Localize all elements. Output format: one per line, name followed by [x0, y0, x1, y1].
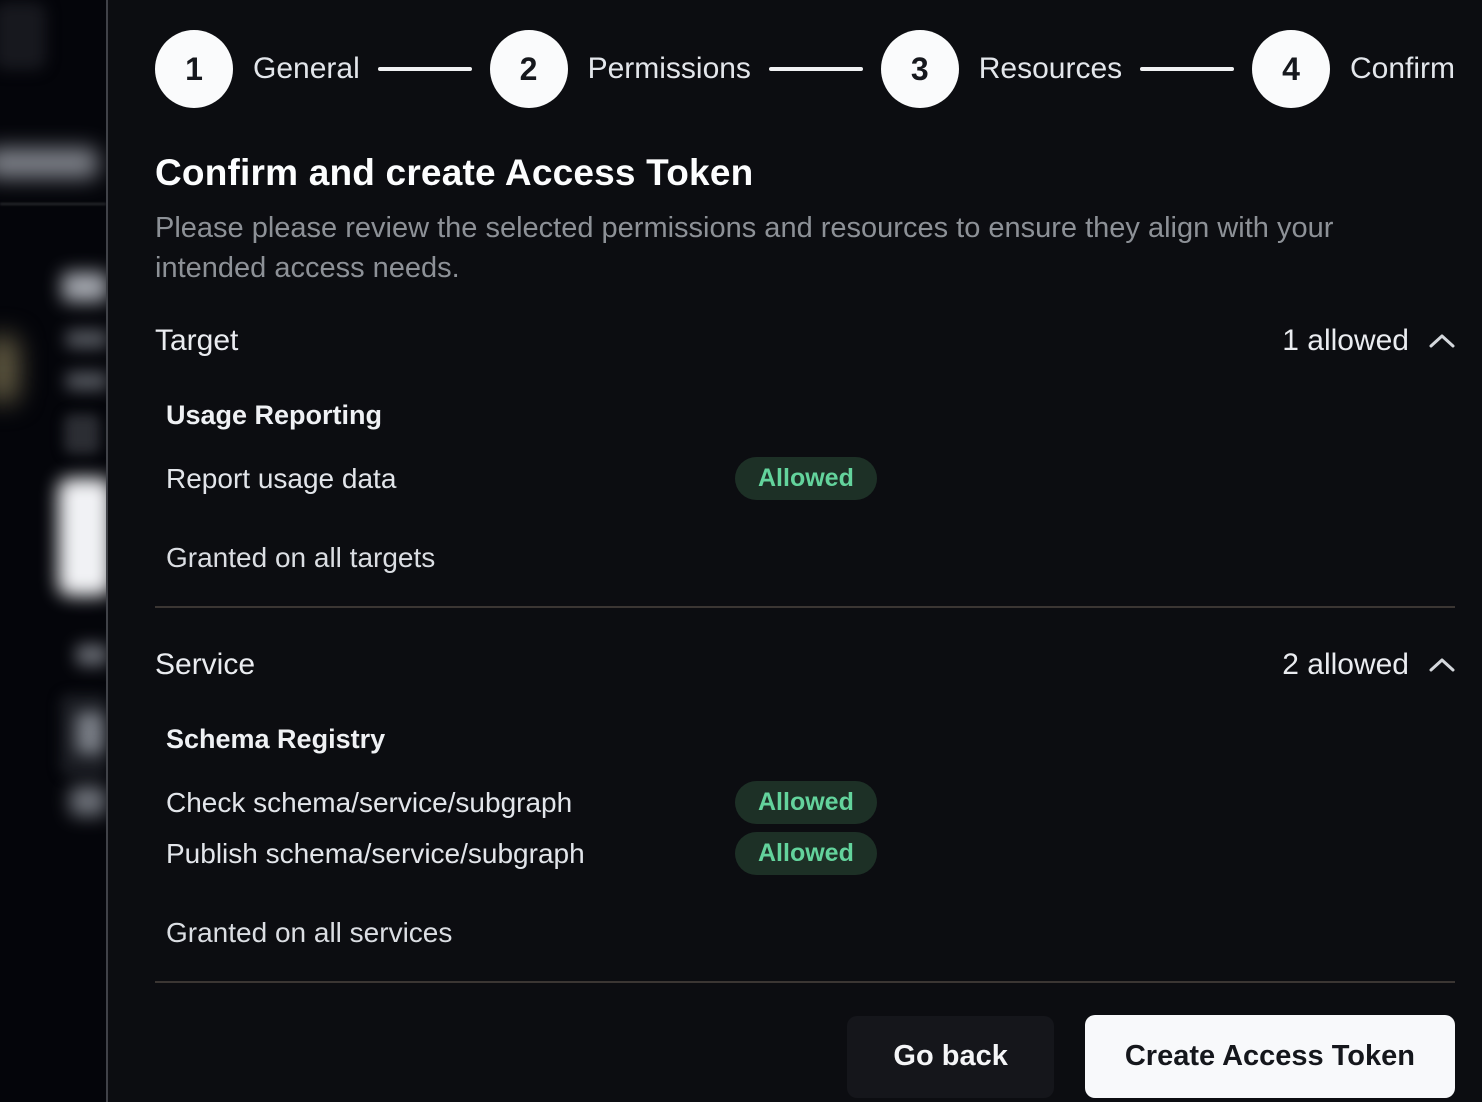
section-header-target: Target 1 allowed: [155, 324, 1455, 358]
blurred-subtext: [66, 372, 106, 390]
section-collapse-toggle[interactable]: 1 allowed: [1282, 324, 1455, 358]
step-permissions[interactable]: 2 Permissions: [490, 30, 751, 108]
step-connector-line: [769, 67, 863, 71]
permission-label: Check schema/service/subgraph: [166, 787, 735, 819]
section-collapse-toggle[interactable]: 2 allowed: [1282, 648, 1455, 682]
granted-note: Granted on all services: [166, 917, 1455, 949]
status-badge: Allowed: [735, 781, 877, 824]
step-label: Confirm: [1350, 52, 1455, 86]
step-number-circle: 4: [1252, 30, 1330, 108]
permission-row: Publish schema/service/subgraph Allowed: [166, 832, 1455, 875]
create-access-token-modal: 1 General 2 Permissions 3 Resources 4 Co…: [106, 0, 1482, 1102]
chevron-up-icon: [1429, 333, 1455, 349]
section-title: Target: [155, 324, 238, 358]
step-number-circle: 1: [155, 30, 233, 108]
blurred-label-text: [76, 644, 106, 666]
blurred-label-text: [70, 786, 106, 816]
blurred-background-page: [0, 0, 106, 1102]
section-divider: [155, 981, 1455, 983]
blurred-logo-tile: [0, 2, 46, 70]
page-title: Confirm and create Access Token: [155, 152, 1455, 194]
step-connector-line: [1140, 67, 1234, 71]
blurred-divider: [0, 203, 106, 205]
wizard-stepper: 1 General 2 Permissions 3 Resources 4 Co…: [155, 30, 1455, 108]
create-access-token-button[interactable]: Create Access Token: [1085, 1015, 1455, 1098]
section-divider: [155, 606, 1455, 608]
go-back-button[interactable]: Go back: [847, 1016, 1053, 1098]
section-title: Service: [155, 648, 255, 682]
step-connector-line: [378, 67, 472, 71]
blurred-label-text: [76, 712, 104, 754]
permission-row: Check schema/service/subgraph Allowed: [166, 781, 1455, 824]
granted-note: Granted on all targets: [166, 542, 1455, 574]
blurred-subtext: [66, 330, 106, 348]
page-description: Please please review the selected permis…: [155, 208, 1383, 288]
status-badge: Allowed: [735, 457, 877, 500]
status-badge: Allowed: [735, 832, 877, 875]
step-resources[interactable]: 3 Resources: [881, 30, 1122, 108]
step-number-circle: 3: [881, 30, 959, 108]
permission-label: Report usage data: [166, 463, 735, 495]
step-label: Resources: [979, 52, 1122, 86]
step-general[interactable]: 1 General: [155, 30, 360, 108]
step-number-circle: 2: [490, 30, 568, 108]
step-label: Permissions: [588, 52, 751, 86]
section-header-service: Service 2 allowed: [155, 648, 1455, 682]
permission-row: Report usage data Allowed: [166, 457, 1455, 500]
step-confirm[interactable]: 4 Confirm: [1252, 30, 1455, 108]
allowed-count: 2 allowed: [1282, 648, 1409, 682]
step-label: General: [253, 52, 360, 86]
blurred-white-card: [58, 478, 106, 596]
permission-group-title: Usage Reporting: [166, 400, 1455, 431]
permission-group-title: Schema Registry: [166, 724, 1455, 755]
chevron-up-icon: [1429, 657, 1455, 673]
blurred-accent-blob: [0, 336, 18, 402]
blurred-heading-text: [62, 272, 106, 302]
modal-footer: Go back Create Access Token: [155, 1015, 1455, 1098]
blurred-nav-text: [0, 148, 98, 178]
allowed-count: 1 allowed: [1282, 324, 1409, 358]
blurred-icon-tile: [64, 414, 100, 454]
permission-label: Publish schema/service/subgraph: [166, 838, 735, 870]
